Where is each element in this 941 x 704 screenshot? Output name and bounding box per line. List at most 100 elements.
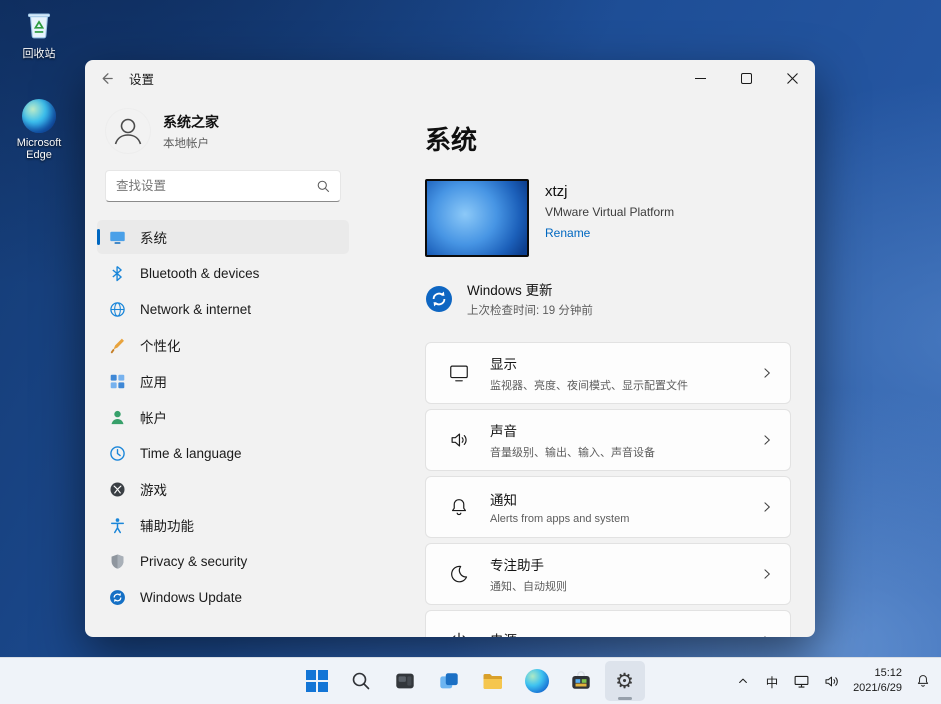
edge-button[interactable]: [517, 661, 557, 701]
display-icon: [448, 362, 470, 384]
maximize-button[interactable]: [723, 60, 769, 96]
nav-item-privacy-security[interactable]: Privacy & security: [97, 544, 349, 578]
settings-button[interactable]: ⚙: [605, 661, 645, 701]
desktop-icon-label: 回收站: [23, 45, 56, 61]
bluetooth-icon: [109, 265, 126, 282]
system-icon: [109, 229, 126, 246]
network-tray-button[interactable]: [787, 661, 816, 701]
back-button[interactable]: [85, 60, 127, 96]
chevron-right-icon: [760, 433, 774, 447]
chevron-right-icon: [760, 366, 774, 380]
nav-item-gaming[interactable]: 游戏: [97, 472, 349, 506]
card-notifications[interactable]: 通知 Alerts from apps and system: [425, 476, 791, 538]
user-name: 系统之家: [163, 112, 219, 132]
file-explorer-button[interactable]: [473, 661, 513, 701]
personalization-brush-icon: [109, 337, 126, 354]
bell-icon: [448, 496, 470, 518]
search-input[interactable]: [116, 179, 317, 193]
window-title: 设置: [129, 69, 154, 88]
search-icon: [317, 180, 330, 193]
selected-accent-bar: [97, 229, 100, 245]
nav-label: Windows Update: [140, 590, 242, 605]
chevron-right-icon: [760, 634, 774, 637]
speaker-icon: [823, 673, 840, 690]
card-title: 电源: [490, 629, 740, 637]
taskbar-search-button[interactable]: [341, 661, 381, 701]
minimize-button[interactable]: [677, 60, 723, 96]
desktop-icon-label: Microsoft Edge: [3, 137, 75, 161]
nav-item-apps[interactable]: 应用: [97, 364, 349, 398]
settings-window: 设置: [85, 60, 815, 637]
clock-icon: [109, 445, 126, 462]
nav-label: 个性化: [140, 335, 181, 355]
nav-label: 辅助功能: [140, 515, 194, 535]
nav-item-network-internet[interactable]: Network & internet: [97, 292, 349, 326]
tray-date: 2021/6/29: [853, 681, 902, 696]
titlebar: 设置: [85, 60, 815, 96]
nav-item-bluetooth-devices[interactable]: Bluetooth & devices: [97, 256, 349, 290]
tray-chevron-up[interactable]: [729, 661, 757, 701]
back-arrow-icon: [99, 71, 114, 86]
card-subtitle: 音量级别、输出、输入、声音设备: [490, 444, 740, 460]
settings-sidebar: 系统之家 本地帐户: [85, 96, 361, 637]
nav-label: Time & language: [140, 446, 242, 461]
card-power[interactable]: 电源: [425, 610, 791, 637]
nav-label: Network & internet: [140, 302, 251, 317]
nav-item-system[interactable]: 系统: [97, 220, 349, 254]
page-title: 系统: [425, 120, 791, 157]
taskbar: ⚙ 中 15:12 2021/6/29: [0, 657, 941, 704]
device-thumbnail: [425, 179, 529, 257]
account-block[interactable]: 系统之家 本地帐户: [97, 104, 349, 158]
card-title: 通知: [490, 489, 740, 509]
nav-label: 应用: [140, 371, 167, 391]
active-app-indicator: [618, 697, 632, 700]
settings-search[interactable]: [105, 170, 341, 202]
avatar: [105, 108, 151, 154]
recycle-bin-icon: [21, 6, 57, 42]
desktop-icon-recycle-bin[interactable]: 回收站: [3, 6, 75, 61]
crescent-moon-icon: [448, 563, 470, 585]
network-globe-icon: [109, 301, 126, 318]
widgets-button[interactable]: [385, 661, 425, 701]
sound-icon: [448, 429, 470, 451]
device-summary: xtzj VMware Virtual Platform Rename: [425, 179, 791, 257]
card-focus-assist[interactable]: 专注助手 通知、自动规则: [425, 543, 791, 605]
nav-label: Bluetooth & devices: [140, 266, 259, 281]
desktop-icon-microsoft-edge[interactable]: Microsoft Edge: [3, 98, 75, 161]
clock[interactable]: 15:12 2021/6/29: [847, 666, 908, 697]
power-icon: [448, 630, 470, 637]
card-display[interactable]: 显示 监视器、亮度、夜间模式、显示配置文件: [425, 342, 791, 404]
nav-item-accounts[interactable]: 帐户: [97, 400, 349, 434]
device-model: VMware Virtual Platform: [545, 205, 674, 219]
device-name: xtzj: [545, 183, 674, 200]
desktop: 回收站 Microsoft Edge 设置: [0, 0, 941, 704]
gear-icon: ⚙: [615, 671, 634, 692]
network-icon: [793, 673, 810, 690]
task-view-button[interactable]: [429, 661, 469, 701]
nav-label: 游戏: [140, 479, 167, 499]
nav-label: 系统: [140, 227, 167, 247]
ime-indicator[interactable]: 中: [758, 661, 786, 701]
windows-update-status[interactable]: Windows 更新 上次检查时间: 19 分钟前: [425, 279, 791, 318]
account-type: 本地帐户: [163, 135, 219, 151]
notification-center-button[interactable]: [909, 661, 937, 701]
nav-item-accessibility[interactable]: 辅助功能: [97, 508, 349, 542]
chevron-up-icon: [737, 675, 749, 687]
start-button[interactable]: [297, 661, 337, 701]
settings-nav: 系统 Bluetooth & devices Network & interne…: [97, 220, 349, 614]
nav-item-windows-update[interactable]: Windows Update: [97, 580, 349, 614]
nav-item-personalization[interactable]: 个性化: [97, 328, 349, 362]
card-sound[interactable]: 声音 音量级别、输出、输入、声音设备: [425, 409, 791, 471]
rename-link[interactable]: Rename: [545, 226, 674, 240]
volume-tray-button[interactable]: [817, 661, 846, 701]
store-button[interactable]: [561, 661, 601, 701]
edge-icon: [525, 669, 549, 693]
task-view-icon: [438, 670, 460, 692]
close-button[interactable]: [769, 60, 815, 96]
update-status: 上次检查时间: 19 分钟前: [467, 302, 593, 318]
nav-item-time-language[interactable]: Time & language: [97, 436, 349, 470]
store-bag-icon: [570, 670, 592, 692]
xbox-icon: [109, 481, 126, 498]
card-subtitle: 通知、自动规则: [490, 578, 740, 594]
accessibility-person-icon: [109, 517, 126, 534]
